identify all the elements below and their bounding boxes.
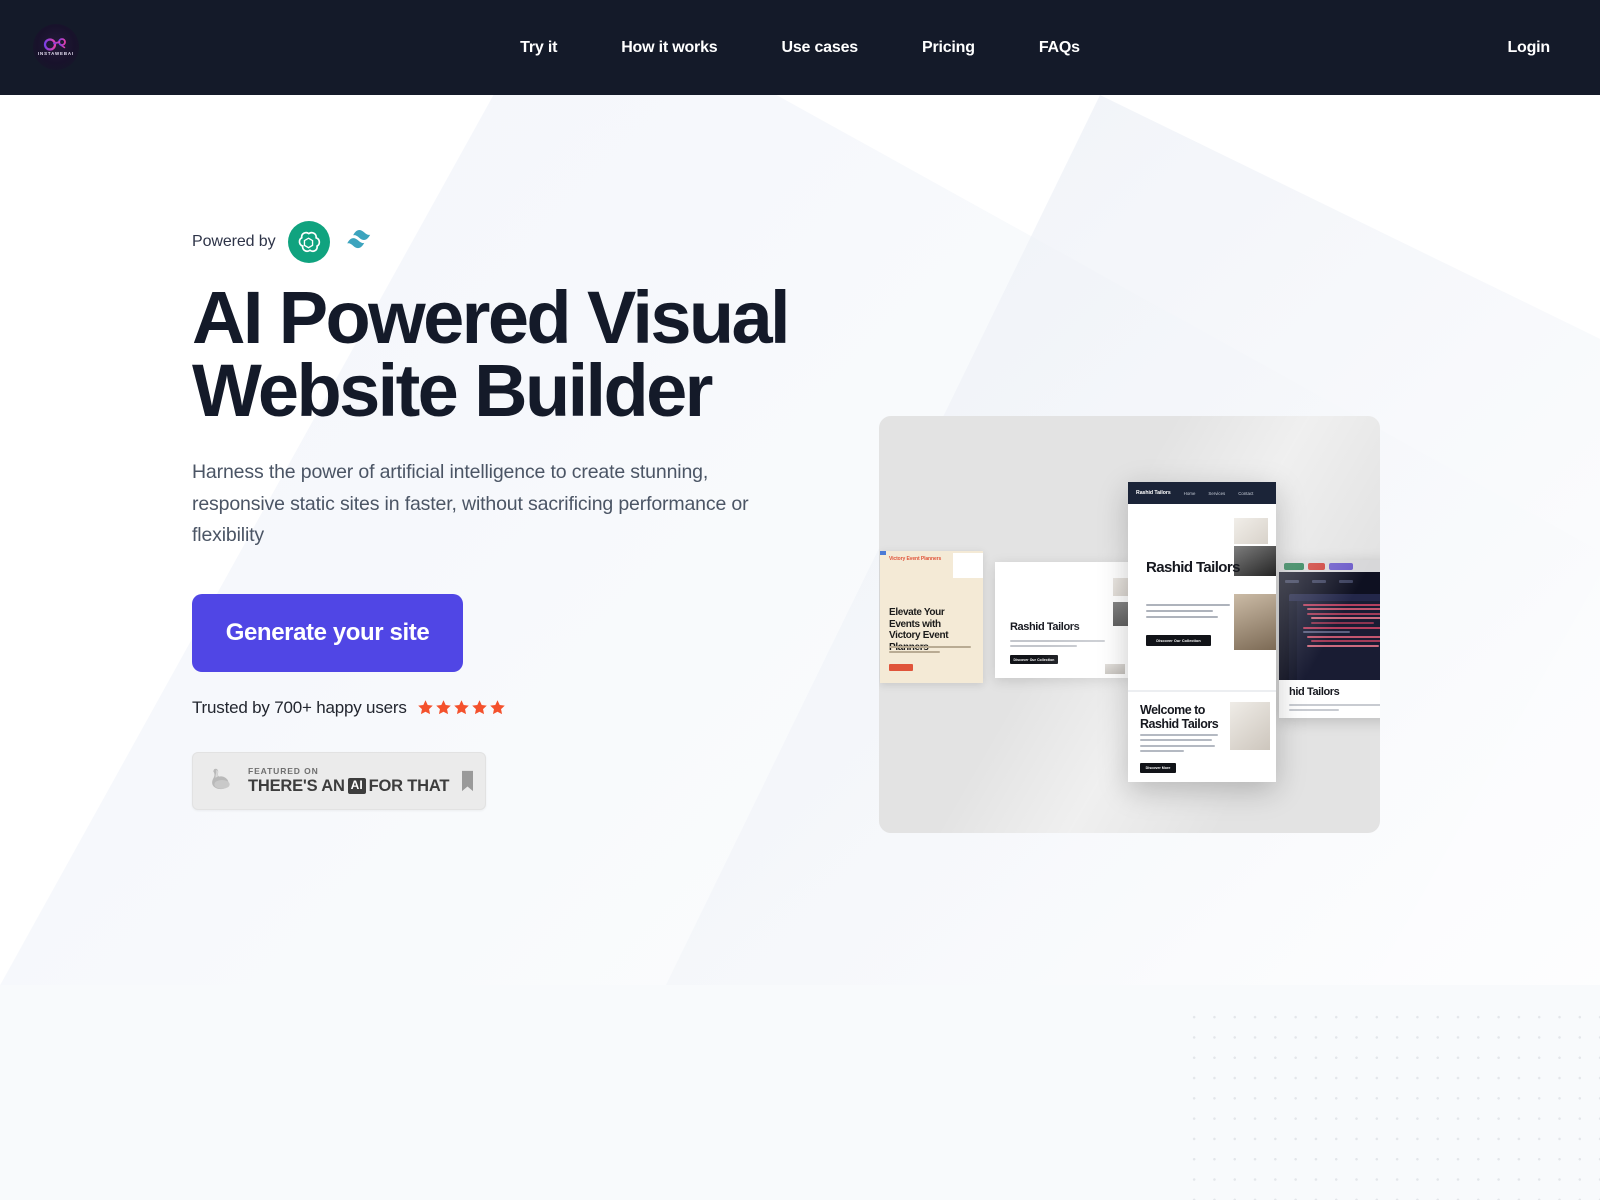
nav-item-pricing[interactable]: Pricing <box>922 39 975 57</box>
mock-phone-brand: Rashid Tailors <box>1136 490 1171 496</box>
mock-site-rashid-tailors-mobile: Rashid Tailors Home Services Contact Ras… <box>1128 482 1276 782</box>
headline-line-1: AI Powered Visual <box>192 276 791 359</box>
hero-showcase-panel: Victory Event Planners Elevate Your Even… <box>879 416 1380 833</box>
mock-phone-headline: Rashid Tailors <box>1146 559 1240 576</box>
site-header: INSTAWEBAI Try it How it works Use cases… <box>0 0 1600 95</box>
star-icon <box>471 700 487 715</box>
login-button[interactable]: Login <box>1507 0 1550 95</box>
mock-phone-nav-services: Services <box>1208 490 1226 496</box>
nav-item-use-cases[interactable]: Use cases <box>781 39 858 57</box>
hero-content: Powered by AI Powered Visual Website Bui… <box>192 220 792 810</box>
star-icon <box>489 700 505 715</box>
mock-phone-cta-label: Discover Our Collection <box>1156 638 1201 643</box>
mock-phone-paragraph <box>1146 604 1230 622</box>
mock-image-placeholder <box>1234 546 1276 576</box>
mock-phone-hero: Rashid Tailors Discover Our Collection <box>1128 504 1276 690</box>
powered-by-label: Powered by <box>192 233 276 250</box>
nav-item-try-it[interactable]: Try it <box>520 39 557 57</box>
primary-nav: Try it How it works Use cases Pricing FA… <box>0 0 1600 95</box>
featured-badge-title-before: THERE'S AN <box>248 777 345 796</box>
nav-item-how-it-works[interactable]: How it works <box>621 39 717 57</box>
mock-phone-welcome-button-label: Discover More <box>1145 766 1171 770</box>
featured-badge-kicker: FEATURED ON <box>248 765 319 776</box>
featured-badge-title-after: FOR THAT <box>368 777 450 796</box>
flexed-biceps-icon <box>212 768 230 789</box>
featured-badge-title: THERE'S AN AI FOR THAT <box>248 778 451 795</box>
mock-phone-welcome-headline: Welcome to Rashid Tailors <box>1140 703 1219 731</box>
mock-image-placeholder <box>1234 518 1268 544</box>
mock-phone-nav: Rashid Tailors Home Services Contact <box>1128 482 1276 504</box>
mock-phone-nav-contact: Contact <box>1238 490 1254 496</box>
featured-badge-ai-chip: AI <box>347 778 366 795</box>
bookmark-icon <box>462 770 473 791</box>
mock-image-placeholder <box>1234 594 1276 650</box>
generate-your-site-button[interactable]: Generate your site <box>192 593 463 672</box>
trusted-by-row: Trusted by 700+ happy users <box>192 698 792 718</box>
mock-phone-welcome-section: Welcome to Rashid Tailors Discover More <box>1128 692 1276 782</box>
dot-grid-decoration <box>1180 1003 1600 1200</box>
mock-phone-welcome-paragraph <box>1140 734 1218 756</box>
star-icon <box>435 700 451 715</box>
trusted-by-label: Trusted by 700+ happy users <box>192 697 407 717</box>
headline-line-2: Website Builder <box>192 348 713 432</box>
tailwindcss-logo-icon <box>346 229 370 249</box>
hero-section: Powered by AI Powered Visual Website Bui… <box>0 95 1600 985</box>
mock-image-placeholder <box>1230 702 1270 750</box>
mock-phone-welcome-button: Discover More <box>1140 763 1176 773</box>
mock-phone-cta-button: Discover Our Collection <box>1146 635 1211 646</box>
mock-phone-nav-home: Home <box>1183 490 1196 496</box>
star-icon <box>453 700 469 715</box>
powered-by-row: Powered by <box>192 220 792 264</box>
page-title: AI Powered Visual Website Builder <box>192 281 792 428</box>
hero-subheadline: Harness the power of artificial intellig… <box>192 461 749 547</box>
star-rating <box>417 699 506 716</box>
star-icon <box>417 700 433 715</box>
openai-logo-icon <box>287 221 330 263</box>
featured-on-badge[interactable]: FEATURED ON THERE'S AN AI FOR THAT <box>192 751 486 810</box>
lower-section <box>0 985 1600 1200</box>
nav-item-faqs[interactable]: FAQs <box>1039 39 1080 57</box>
